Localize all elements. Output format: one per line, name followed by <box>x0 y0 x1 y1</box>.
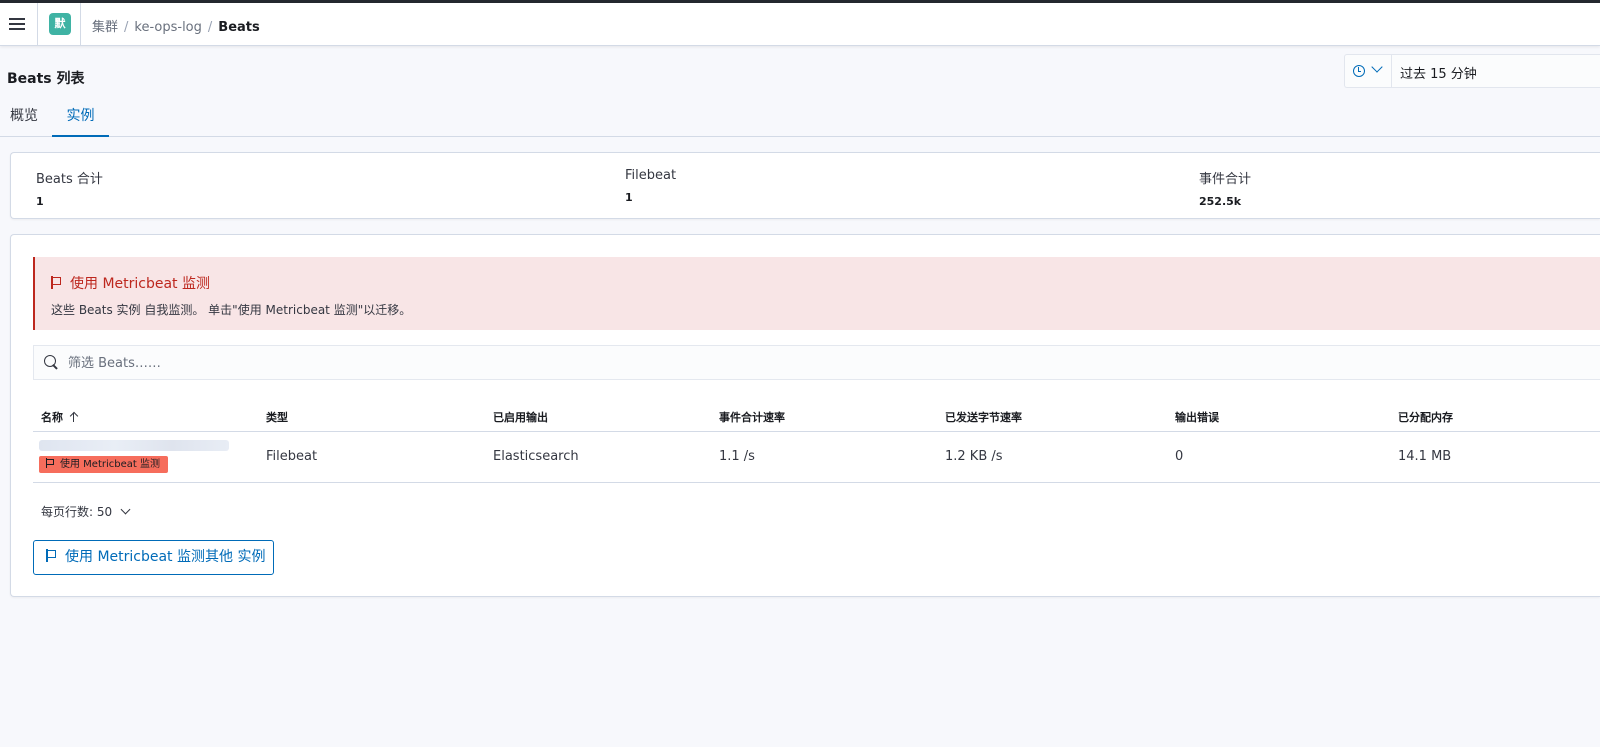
flag-icon <box>51 276 62 289</box>
callout-title-text: 使用 Metricbeat 监测 <box>70 276 210 292</box>
column-errors[interactable]: 输出错误 <box>1175 409 1219 425</box>
migrate-metricbeat-button[interactable]: 使用 Metricbeat 监测其他 实例 <box>33 540 274 575</box>
time-range-label[interactable]: 过去 15 分钟 <box>1400 63 1477 82</box>
instances-panel: 使用 Metricbeat 监测 这些 Beats 实例 自我监测。 单击"使用… <box>10 234 1600 597</box>
tab-bar: 概览 实例 <box>0 100 1600 137</box>
column-bytes-rate[interactable]: 已发送字节速率 <box>945 409 1022 425</box>
rows-per-page-select[interactable]: 每页行数: 50 <box>41 503 131 520</box>
stats-panel: Beats 合计 1 Filebeat 1 事件合计 252.5k <box>10 152 1600 219</box>
time-picker[interactable]: 过去 15 分钟 <box>1344 54 1600 88</box>
tab-overview[interactable]: 概览 <box>10 100 38 137</box>
callout-text: 这些 Beats 实例 自我监测。 单击"使用 Metricbeat 监测"以迁… <box>51 303 412 317</box>
cell-event-rate: 1.1 /s <box>719 449 755 464</box>
breadcrumb-cluster-name[interactable]: ke-ops-log <box>134 20 201 35</box>
stat-filebeat: Filebeat 1 <box>625 168 676 204</box>
column-name[interactable]: 名称 <box>41 409 79 425</box>
clock-icon <box>1353 65 1365 77</box>
search-icon <box>44 355 58 369</box>
sort-ascending-icon <box>69 412 79 422</box>
header-divider <box>37 3 38 46</box>
quick-select-button[interactable] <box>1345 55 1392 87</box>
flag-icon <box>46 458 55 468</box>
cell-bytes-rate: 1.2 KB /s <box>945 449 1003 464</box>
breadcrumb-current: Beats <box>218 20 260 35</box>
menu-icon[interactable] <box>6 11 30 37</box>
column-type[interactable]: 类型 <box>266 409 288 425</box>
metricbeat-callout: 使用 Metricbeat 监测 这些 Beats 实例 自我监测。 单击"使用… <box>33 257 1600 330</box>
header-bar: 默 集群 / ke-ops-log / Beats <box>0 3 1600 46</box>
search-input[interactable] <box>68 352 668 374</box>
stat-label: 事件合计 <box>1199 172 1252 187</box>
breadcrumb-separator: / <box>207 20 213 35</box>
space-avatar[interactable]: 默 <box>49 13 71 35</box>
flag-icon <box>46 549 57 562</box>
beat-name-link[interactable] <box>39 440 229 451</box>
metricbeat-badge[interactable]: 使用 Metricbeat 监测 <box>39 456 168 473</box>
cell-memory: 14.1 MB <box>1398 449 1452 464</box>
stat-value: 252.5k <box>1199 195 1242 208</box>
breadcrumb-separator: / <box>124 20 129 35</box>
column-output[interactable]: 已启用输出 <box>493 409 548 425</box>
column-name-label: 名称 <box>41 411 63 424</box>
stat-label: Filebeat <box>625 168 677 183</box>
chevron-down-icon <box>1371 61 1383 73</box>
stat-value: 1 <box>625 191 633 204</box>
stat-beats-total: Beats 合计 1 <box>36 168 103 208</box>
cell-errors: 0 <box>1175 449 1184 464</box>
callout-title: 使用 Metricbeat 监测 <box>51 273 210 293</box>
breadcrumb-cluster[interactable]: 集群 <box>92 16 118 35</box>
migrate-button-label: 使用 Metricbeat 监测其他 实例 <box>65 549 266 565</box>
column-event-rate[interactable]: 事件合计速率 <box>719 409 785 425</box>
tab-instances[interactable]: 实例 <box>52 100 109 137</box>
breadcrumb: 集群 / ke-ops-log / Beats <box>92 16 260 35</box>
filter-search <box>33 345 1600 380</box>
badge-label: 使用 Metricbeat 监测 <box>60 459 160 470</box>
stat-events-total: 事件合计 252.5k <box>1199 168 1251 208</box>
stat-label: Beats 合计 <box>36 172 103 187</box>
cell-output: Elasticsearch <box>493 449 579 464</box>
header-divider <box>80 3 81 46</box>
rows-per-page-label: 每页行数: 50 <box>41 505 113 519</box>
column-memory[interactable]: 已分配内存 <box>1398 409 1453 425</box>
table-row: 使用 Metricbeat 监测 Filebeat Elasticsearch … <box>33 433 1600 483</box>
page-title: Beats 列表 <box>7 71 85 87</box>
stat-value: 1 <box>36 195 44 208</box>
cell-type: Filebeat <box>266 449 318 464</box>
chevron-down-icon <box>120 504 131 515</box>
table-header: 名称 类型 已启用输出 事件合计速率 已发送字节速率 输出错误 已分配内存 <box>33 399 1600 432</box>
